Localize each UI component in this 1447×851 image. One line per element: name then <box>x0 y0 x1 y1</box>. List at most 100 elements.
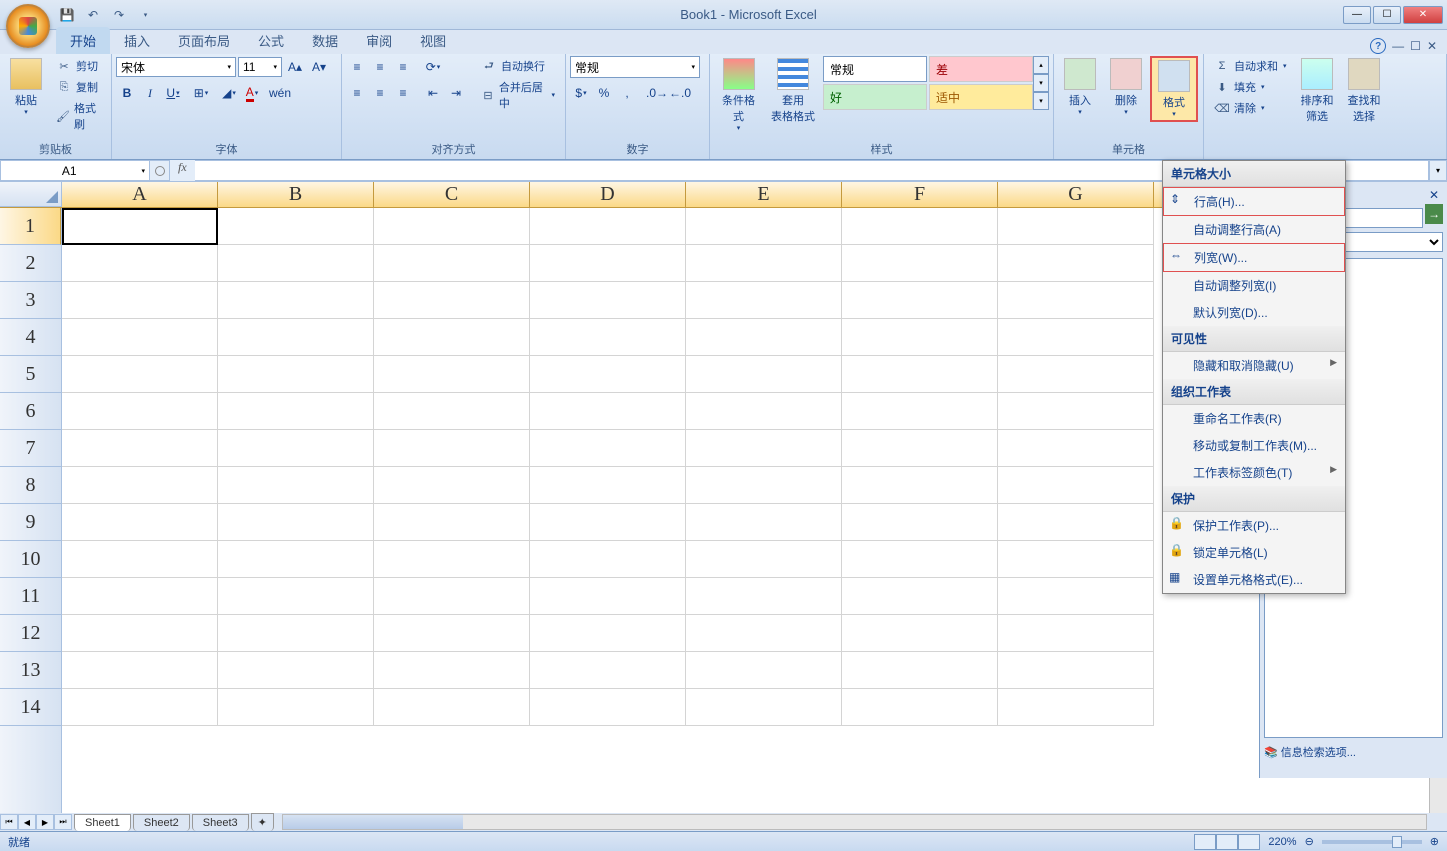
row-header[interactable]: 13 <box>0 652 61 689</box>
tab-page-layout[interactable]: 页面布局 <box>164 27 244 54</box>
help-icon[interactable]: ? <box>1370 38 1386 54</box>
style-neutral[interactable]: 适中 <box>929 84 1033 110</box>
cell[interactable] <box>374 578 530 615</box>
cell[interactable] <box>842 356 998 393</box>
menu-protect-sheet[interactable]: 🔒保护工作表(P)... <box>1163 512 1345 539</box>
clear-button[interactable]: ⌫清除 <box>1208 98 1293 118</box>
cell[interactable] <box>374 652 530 689</box>
cell[interactable] <box>374 504 530 541</box>
cell[interactable] <box>530 652 686 689</box>
cell[interactable] <box>530 319 686 356</box>
zoom-in-button[interactable]: ⊕ <box>1430 835 1439 848</box>
undo-button[interactable]: ↶ <box>82 4 104 26</box>
orientation-button[interactable]: ⟳ <box>422 56 444 78</box>
cell[interactable] <box>842 504 998 541</box>
zoom-level[interactable]: 220% <box>1268 836 1296 848</box>
decrease-indent-button[interactable]: ⇤ <box>422 82 444 104</box>
col-header[interactable]: F <box>842 182 998 207</box>
cell[interactable] <box>374 430 530 467</box>
row-header[interactable]: 12 <box>0 615 61 652</box>
cell[interactable] <box>686 430 842 467</box>
style-good[interactable]: 好 <box>823 84 927 110</box>
tab-view[interactable]: 视图 <box>406 27 460 54</box>
row-header[interactable]: 6 <box>0 393 61 430</box>
cell[interactable] <box>998 578 1154 615</box>
qat-customize[interactable] <box>134 4 156 26</box>
align-right-button[interactable]: ≡ <box>392 82 414 104</box>
style-normal[interactable]: 常规 <box>823 56 927 82</box>
cell[interactable] <box>218 578 374 615</box>
cell[interactable] <box>374 356 530 393</box>
cell[interactable] <box>62 245 218 282</box>
cell[interactable] <box>62 393 218 430</box>
gallery-down-button[interactable]: ▾ <box>1033 74 1049 92</box>
name-box[interactable]: A1 ▾ <box>0 160 150 181</box>
cell[interactable] <box>842 578 998 615</box>
menu-default-width[interactable]: 默认列宽(D)... <box>1163 299 1345 326</box>
gallery-up-button[interactable]: ▴ <box>1033 56 1049 74</box>
col-header[interactable]: A <box>62 182 218 207</box>
row-header[interactable]: 10 <box>0 541 61 578</box>
cell[interactable] <box>530 504 686 541</box>
row-header[interactable]: 9 <box>0 504 61 541</box>
underline-button[interactable]: U <box>162 82 184 104</box>
style-bad[interactable]: 差 <box>929 56 1033 82</box>
cell[interactable] <box>530 467 686 504</box>
doc-close-icon[interactable]: ✕ <box>1427 39 1437 53</box>
new-sheet-button[interactable]: ✦ <box>251 813 274 831</box>
office-button[interactable] <box>6 4 50 48</box>
align-bottom-button[interactable]: ≡ <box>392 56 414 78</box>
cell[interactable] <box>998 208 1154 245</box>
cell[interactable] <box>62 319 218 356</box>
merge-center-button[interactable]: ⊟合并后居中 <box>475 77 561 113</box>
cell[interactable] <box>686 504 842 541</box>
italic-button[interactable]: I <box>139 82 161 104</box>
number-format-select[interactable]: 常规▾ <box>570 56 700 78</box>
cell[interactable] <box>62 652 218 689</box>
row-header[interactable]: 11 <box>0 578 61 615</box>
tab-review[interactable]: 审阅 <box>352 27 406 54</box>
cell[interactable] <box>218 541 374 578</box>
cell[interactable] <box>842 393 998 430</box>
col-header[interactable]: D <box>530 182 686 207</box>
sheet-tab-1[interactable]: Sheet1 <box>74 814 131 831</box>
cell[interactable] <box>998 541 1154 578</box>
phonetic-button[interactable]: wén <box>269 82 291 104</box>
cell[interactable] <box>218 393 374 430</box>
first-sheet-button[interactable]: ⏮ <box>0 814 18 830</box>
scrollbar-thumb[interactable] <box>283 815 463 829</box>
cell[interactable] <box>62 689 218 726</box>
cell[interactable] <box>842 430 998 467</box>
cell[interactable] <box>686 578 842 615</box>
row-header[interactable]: 1 <box>0 208 61 245</box>
col-header[interactable]: C <box>374 182 530 207</box>
cell[interactable] <box>686 652 842 689</box>
col-header[interactable]: E <box>686 182 842 207</box>
doc-restore-icon[interactable]: ☐ <box>1410 39 1421 53</box>
cell[interactable] <box>62 504 218 541</box>
align-center-button[interactable]: ≡ <box>369 82 391 104</box>
cell[interactable] <box>998 393 1154 430</box>
sort-filter-button[interactable]: 排序和 筛选 <box>1295 56 1340 126</box>
menu-lock-cell[interactable]: 🔒锁定单元格(L) <box>1163 539 1345 566</box>
cancel-icon[interactable] <box>155 166 165 176</box>
row-header[interactable]: 2 <box>0 245 61 282</box>
cell[interactable] <box>842 689 998 726</box>
maximize-button[interactable]: ☐ <box>1373 6 1401 24</box>
cell[interactable] <box>218 356 374 393</box>
cell[interactable] <box>842 282 998 319</box>
cell[interactable] <box>530 541 686 578</box>
wrap-text-button[interactable]: ⮐自动换行 <box>475 56 561 76</box>
fx-icon[interactable]: fx <box>170 160 195 181</box>
cell[interactable] <box>374 393 530 430</box>
sheet-tab-2[interactable]: Sheet2 <box>133 814 190 831</box>
save-button[interactable]: 💾 <box>56 4 78 26</box>
font-size-select[interactable]: 11▾ <box>238 57 282 77</box>
ribbon-minimize-icon[interactable]: — <box>1392 39 1404 53</box>
cell[interactable] <box>686 393 842 430</box>
menu-tab-color[interactable]: 工作表标签颜色(T)▶ <box>1163 459 1345 486</box>
comma-button[interactable]: , <box>616 82 638 104</box>
cell[interactable] <box>686 319 842 356</box>
cell[interactable] <box>62 430 218 467</box>
cell[interactable] <box>686 467 842 504</box>
